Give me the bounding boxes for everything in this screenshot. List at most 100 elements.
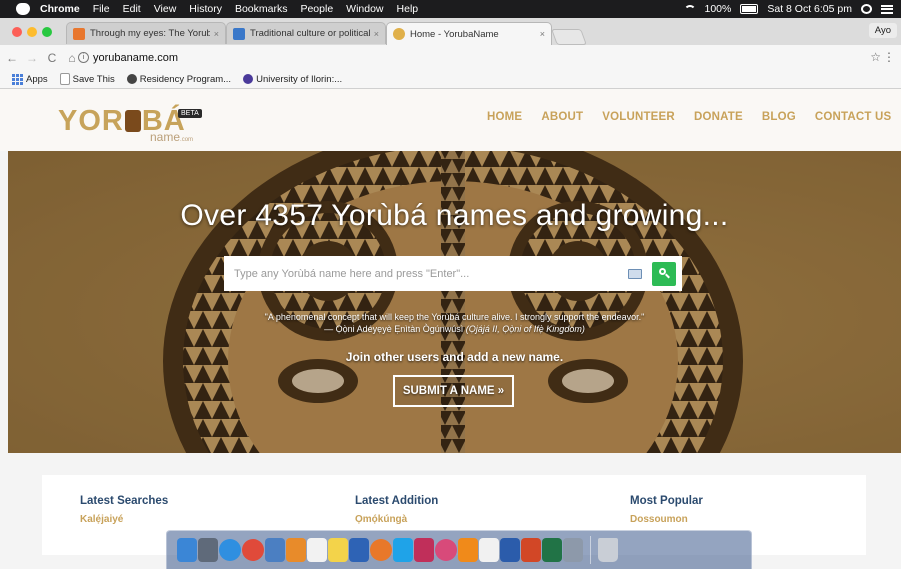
browser-tab-strip: Through my eyes: The Yoruba × Traditiona… xyxy=(0,18,901,45)
firefox-icon[interactable] xyxy=(370,539,392,561)
menu-people[interactable]: People xyxy=(300,3,333,15)
most-popular-heading: Most Popular xyxy=(630,495,703,507)
nav-blog[interactable]: BLOG xyxy=(762,111,796,123)
site-info-icon[interactable]: i xyxy=(78,52,89,63)
most-popular-item[interactable]: Dossoumon xyxy=(630,514,703,525)
menu-history[interactable]: History xyxy=(189,3,222,15)
page-icon xyxy=(59,73,70,85)
dock-separator xyxy=(590,536,591,564)
mail-icon[interactable] xyxy=(349,538,369,562)
menu-edit[interactable]: Edit xyxy=(123,3,141,15)
nav-volunteer[interactable]: VOLUNTEER xyxy=(602,111,675,123)
menu-view[interactable]: View xyxy=(154,3,177,15)
profile-button[interactable]: Ayo xyxy=(868,23,897,38)
page-favicon-icon xyxy=(233,27,245,40)
notes-icon[interactable] xyxy=(328,538,348,562)
logo-sub-text: name xyxy=(150,130,181,144)
residency-favicon-icon xyxy=(126,74,137,84)
submit-name-button[interactable]: SUBMIT A NAME » xyxy=(393,375,514,407)
name-search-input[interactable] xyxy=(224,257,628,290)
university-favicon-icon xyxy=(243,74,254,84)
zoom-window-button[interactable] xyxy=(42,27,52,37)
system-prefs-icon[interactable] xyxy=(563,538,583,562)
menu-app-chrome[interactable]: Chrome xyxy=(40,3,80,15)
forward-button[interactable]: → xyxy=(24,51,40,65)
launchpad-icon[interactable] xyxy=(198,538,218,562)
address-bar[interactable]: i yorubaname.com xyxy=(78,49,868,66)
excel-icon[interactable] xyxy=(542,538,562,562)
menu-help[interactable]: Help xyxy=(397,3,419,15)
color-wheel-icon[interactable] xyxy=(435,539,457,561)
quote-text: "A phenomenal concept that will keep the… xyxy=(264,312,645,322)
apple-icon[interactable] xyxy=(16,3,30,15)
most-popular-column: Most Popular Dossoumon xyxy=(630,495,703,525)
nav-donate[interactable]: DONATE xyxy=(694,111,743,123)
latest-addition-column: Latest Addition Ọmọ́kúngà xyxy=(355,495,438,525)
safari-icon[interactable] xyxy=(219,539,241,561)
latest-search-item[interactable]: Kalẹ́jaiyé xyxy=(80,514,168,525)
vlc-icon[interactable] xyxy=(458,538,478,562)
word-icon[interactable] xyxy=(500,538,520,562)
tab-title: Home - YorubaName xyxy=(410,28,499,40)
tab-close-icon[interactable]: × xyxy=(214,29,219,39)
menu-bookmarks[interactable]: Bookmarks xyxy=(235,3,288,15)
beta-badge: BETA xyxy=(178,109,202,118)
trash-icon[interactable] xyxy=(598,538,618,562)
battery-percent: 100% xyxy=(704,3,732,15)
wifi-icon[interactable] xyxy=(683,4,696,14)
logo-sub-domain: .com xyxy=(180,137,194,143)
tab-traditional-culture[interactable]: Traditional culture or political × xyxy=(226,22,386,44)
preview-icon[interactable] xyxy=(265,538,285,562)
menu-file[interactable]: File xyxy=(93,3,110,15)
finder-icon[interactable] xyxy=(177,538,197,562)
tab-close-icon[interactable]: × xyxy=(540,29,545,39)
tab-through-my-eyes[interactable]: Through my eyes: The Yoruba × xyxy=(66,22,226,44)
bookmark-residency-program[interactable]: Residency Program... xyxy=(126,74,231,85)
close-window-button[interactable] xyxy=(12,27,22,37)
skype-icon[interactable] xyxy=(393,538,413,562)
reload-button[interactable]: C xyxy=(44,51,60,65)
hero-overlay xyxy=(8,151,901,453)
browser-toolbar: ← → C ⌂ i yorubaname.com ☆ ⋮ xyxy=(0,45,901,71)
new-tab-button[interactable] xyxy=(551,29,587,45)
textedit-icon[interactable] xyxy=(479,538,499,562)
latest-searches-column: Latest Searches Kalẹ́jaiyé xyxy=(80,495,168,525)
nav-home[interactable]: HOME xyxy=(487,111,522,123)
tab-home-yorubaname[interactable]: Home - YorubaName × xyxy=(386,22,552,45)
talking-drum-icon xyxy=(124,110,141,132)
clock[interactable]: Sat 8 Oct 6:05 pm xyxy=(767,3,852,15)
nav-about[interactable]: ABOUT xyxy=(541,111,583,123)
name-search-bar xyxy=(224,256,682,291)
mac-dock xyxy=(166,530,752,569)
tab-close-icon[interactable]: × xyxy=(374,29,379,39)
illustrator-icon[interactable] xyxy=(414,538,434,562)
chrome-icon[interactable] xyxy=(242,539,264,561)
url-text[interactable]: yorubaname.com xyxy=(93,52,178,64)
logo-text-left: YOR xyxy=(58,105,124,137)
back-button[interactable]: ← xyxy=(4,51,20,65)
powerpoint-icon[interactable] xyxy=(521,538,541,562)
bookmark-save-this[interactable]: Save This xyxy=(59,73,115,85)
search-button[interactable] xyxy=(652,261,676,286)
bookmark-university-ilorin[interactable]: University of Ilorin:... xyxy=(243,74,342,85)
minimize-window-button[interactable] xyxy=(27,27,37,37)
bookmark-apps[interactable]: Apps xyxy=(12,73,48,85)
join-prompt: Join other users and add a new name. xyxy=(345,350,564,364)
notification-center-icon[interactable] xyxy=(881,4,893,14)
chrome-menu-icon[interactable]: ⋮ xyxy=(883,50,895,64)
bookmark-star-icon[interactable]: ☆ xyxy=(870,50,881,64)
logo-subtitle: name.com xyxy=(150,130,193,144)
ibooks-icon[interactable] xyxy=(286,538,306,562)
bookmarks-bar: Apps Save This Residency Program... Univ… xyxy=(0,70,901,89)
site-nav: HOME ABOUT VOLUNTEER DONATE BLOG CONTACT… xyxy=(487,111,891,123)
keyboard-icon[interactable] xyxy=(628,268,642,279)
nav-contact-us[interactable]: CONTACT US xyxy=(815,111,892,123)
latest-addition-item[interactable]: Ọmọ́kúngà xyxy=(355,514,438,525)
battery-icon[interactable] xyxy=(740,4,759,14)
site-header: YOR BÁ BETA name.com HOME ABOUT VOLUNTEER… xyxy=(0,89,901,151)
hero-banner: Over 4357 Yorùbá names and growing... "A… xyxy=(8,151,901,453)
calendar-icon[interactable] xyxy=(307,538,327,562)
spotlight-search-icon[interactable] xyxy=(861,4,872,14)
menu-window[interactable]: Window xyxy=(346,3,383,15)
yorubaname-favicon-icon xyxy=(393,28,405,40)
